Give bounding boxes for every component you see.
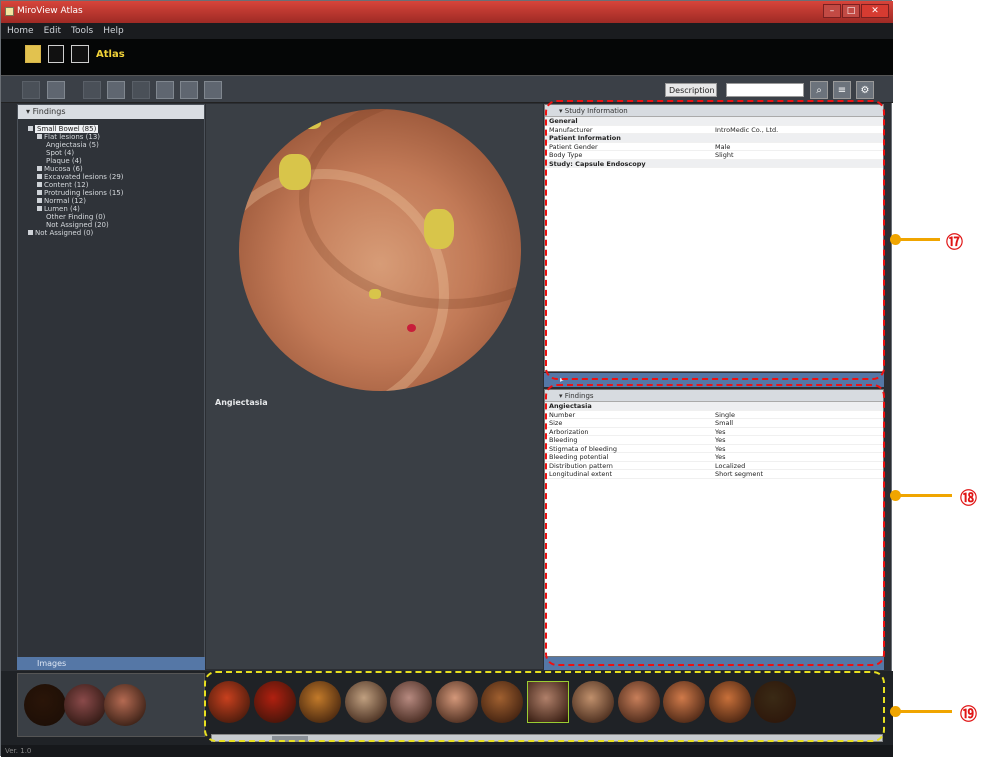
tree-node[interactable]: Not Assigned (20) bbox=[28, 221, 204, 229]
export-icon[interactable] bbox=[204, 81, 222, 99]
tree-node[interactable]: Flat lesions (13) bbox=[28, 133, 204, 141]
search-icon[interactable]: ⌕ bbox=[810, 81, 828, 99]
tree-node[interactable]: Plaque (4) bbox=[28, 157, 204, 165]
edit-icon[interactable] bbox=[83, 81, 101, 99]
selected-thumbnail[interactable] bbox=[64, 684, 106, 726]
tree-node[interactable]: Normal (12) bbox=[28, 197, 204, 205]
report-mode-button[interactable] bbox=[48, 45, 64, 63]
callout-number-17: ⑰ bbox=[946, 233, 963, 253]
tree-node[interactable]: Spot (4) bbox=[28, 149, 204, 157]
tree-node-icon bbox=[37, 182, 42, 187]
search-field-select[interactable]: Description bbox=[665, 83, 717, 97]
settings-icon[interactable]: ⚙ bbox=[856, 81, 874, 99]
tree-node-icon bbox=[28, 230, 33, 235]
findings-tree: Small Bowel (85) Flat lesions (13) Angiect… bbox=[18, 119, 204, 237]
tree-node[interactable]: Excavated lesions (29) bbox=[28, 173, 204, 181]
tree-node-label: Small Bowel (85) bbox=[35, 125, 99, 133]
menu-bar: Home Edit Tools Help bbox=[1, 23, 893, 39]
tree-node-label: Other Finding (0) bbox=[46, 213, 106, 221]
tree-node-label: Excavated lesions (29) bbox=[44, 173, 124, 181]
callout-leader-18 bbox=[900, 494, 952, 497]
minimize-button[interactable]: – bbox=[823, 4, 841, 18]
callout-box-17 bbox=[545, 100, 885, 380]
tree-node-icon bbox=[37, 166, 42, 171]
tree-node-icon bbox=[28, 126, 33, 131]
callout-leader-17 bbox=[900, 238, 940, 241]
callout-number-19: ⑲ bbox=[960, 705, 977, 725]
app-bar: Atlas bbox=[1, 39, 893, 75]
tree-node[interactable]: Lumen (4) bbox=[28, 205, 204, 213]
tree-node-label: Content (12) bbox=[44, 181, 89, 189]
menu-tools[interactable]: Tools bbox=[71, 23, 93, 39]
viewer-mode-button[interactable] bbox=[25, 45, 41, 63]
tree-node[interactable]: Protruding lesions (15) bbox=[28, 189, 204, 197]
selected-thumbnail[interactable] bbox=[104, 684, 146, 726]
selected-thumbnail[interactable] bbox=[24, 684, 66, 726]
tree-node-icon bbox=[37, 190, 42, 195]
app-icon bbox=[5, 7, 14, 16]
tree-node-label: Angiectasia (5) bbox=[46, 141, 99, 149]
tree-node-icon bbox=[37, 198, 42, 203]
menu-home[interactable]: Home bbox=[7, 23, 34, 39]
menu-help[interactable]: Help bbox=[103, 23, 124, 39]
tree-node[interactable]: Small Bowel (85) bbox=[28, 125, 204, 133]
tree-node-label: Not Assigned (0) bbox=[35, 229, 94, 237]
tree-node-label: Protruding lesions (15) bbox=[44, 189, 124, 197]
tree-node-label: Spot (4) bbox=[46, 149, 75, 157]
tree-node-icon bbox=[37, 134, 42, 139]
print-icon[interactable] bbox=[156, 81, 174, 99]
back-icon[interactable] bbox=[22, 81, 40, 99]
tree-node-label: Lumen (4) bbox=[44, 205, 80, 213]
tree-node-icon bbox=[37, 206, 42, 211]
tree-node-icon bbox=[37, 174, 42, 179]
copy-icon[interactable] bbox=[132, 81, 150, 99]
image-caption: Angiectasia bbox=[215, 398, 268, 407]
tree-node-label: Not Assigned (20) bbox=[46, 221, 109, 229]
filter-icon[interactable]: ≡ bbox=[833, 81, 851, 99]
tree-node-label: Plaque (4) bbox=[46, 157, 82, 165]
calendar-icon[interactable] bbox=[107, 81, 125, 99]
tree-node[interactable]: Mucosa (6) bbox=[28, 165, 204, 173]
tree-node[interactable]: Content (12) bbox=[28, 181, 204, 189]
app-name: Atlas bbox=[96, 49, 125, 60]
findings-tree-header[interactable]: ▾ Findings bbox=[18, 105, 204, 119]
tree-node[interactable]: Other Finding (0) bbox=[28, 213, 204, 221]
tree-node-label: Flat lesions (13) bbox=[44, 133, 101, 141]
tree-node-label: Mucosa (6) bbox=[44, 165, 83, 173]
tree-node[interactable]: Not Assigned (0) bbox=[28, 229, 204, 237]
findings-tree-pane: ▾ Findings Small Bowel (85) Flat lesions … bbox=[17, 104, 205, 669]
callout-leader-19 bbox=[900, 710, 952, 713]
search-input[interactable] bbox=[726, 83, 804, 97]
close-button[interactable]: ✕ bbox=[861, 4, 889, 18]
title-bar: MiroView Atlas – □ ✕ bbox=[1, 1, 893, 23]
tree-node-label: Normal (12) bbox=[44, 197, 86, 205]
menu-edit[interactable]: Edit bbox=[44, 23, 61, 39]
tree-node[interactable]: Angiectasia (5) bbox=[28, 141, 204, 149]
callout-number-18: ⑱ bbox=[960, 489, 977, 509]
toolbar: Description ⌕ ≡ ⚙ bbox=[1, 75, 893, 103]
window-title: MiroView Atlas bbox=[17, 6, 83, 16]
endoscopy-image bbox=[239, 109, 521, 391]
atlas-mode-button[interactable] bbox=[71, 45, 89, 63]
maximize-button[interactable]: □ bbox=[842, 4, 860, 18]
lesion-marker bbox=[407, 324, 416, 332]
callout-box-18 bbox=[545, 384, 885, 666]
status-bar: Ver. 1.0 bbox=[1, 745, 893, 757]
delete-icon[interactable] bbox=[180, 81, 198, 99]
callout-box-19 bbox=[204, 671, 885, 742]
selected-thumbnails bbox=[17, 673, 205, 737]
images-pane-header[interactable]: Images bbox=[17, 657, 205, 670]
document-icon[interactable] bbox=[47, 81, 65, 99]
